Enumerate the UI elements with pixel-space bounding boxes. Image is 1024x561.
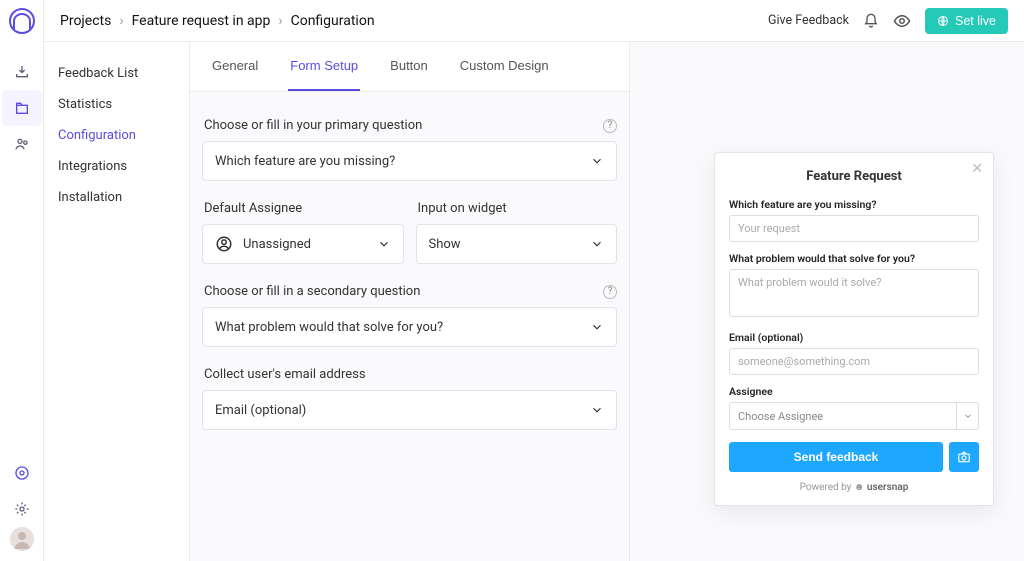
widget-assignee-select[interactable]: Choose Assignee: [729, 402, 979, 430]
breadcrumb-item: Configuration: [291, 13, 375, 29]
give-feedback-link[interactable]: Give Feedback: [768, 13, 849, 28]
nav-feedback-list[interactable]: Feedback List: [58, 58, 189, 89]
tab-custom-design[interactable]: Custom Design: [458, 42, 551, 91]
widget-email-label: Email (optional): [729, 331, 979, 344]
primary-question-label: Choose or fill in your primary question: [204, 118, 422, 133]
config-column: General Form Setup Button Custom Design …: [190, 42, 630, 561]
main: General Form Setup Button Custom Design …: [190, 42, 1024, 561]
help-icon[interactable]: ?: [603, 119, 617, 133]
widget-q1-input[interactable]: [729, 215, 979, 242]
secondary-question-value: What problem would that solve for you?: [215, 320, 443, 335]
primary-question-value: Which feature are you missing?: [215, 154, 395, 169]
input-widget-select[interactable]: Show: [416, 224, 618, 264]
inbox-icon[interactable]: [2, 54, 42, 90]
config-tabs: General Form Setup Button Custom Design: [190, 42, 629, 92]
bell-icon[interactable]: [863, 13, 879, 29]
widget-q1-label: Which feature are you missing?: [729, 198, 979, 211]
collect-email-value: Email (optional): [215, 403, 306, 418]
secondary-question-label: Choose or fill in a secondary question: [204, 284, 420, 299]
widget-assignee-placeholder: Choose Assignee: [738, 410, 823, 423]
collect-email-label: Collect user's email address: [204, 367, 366, 382]
chevron-down-icon: [590, 154, 604, 168]
widget-assignee-label: Assignee: [729, 385, 979, 398]
nav-statistics[interactable]: Statistics: [58, 89, 189, 120]
chevron-right-icon: ›: [278, 13, 282, 29]
chevron-down-icon: [956, 403, 978, 429]
input-widget-value: Show: [429, 237, 461, 252]
topbar: Projects › Feature request in app › Conf…: [44, 0, 1024, 42]
tab-general[interactable]: General: [210, 42, 260, 91]
assignee-value: Unassigned: [243, 237, 311, 252]
breadcrumb-item[interactable]: Projects: [60, 13, 111, 29]
powered-brand: usersnap: [867, 482, 908, 493]
primary-question-select[interactable]: Which feature are you missing?: [202, 141, 617, 181]
team-icon[interactable]: [2, 126, 42, 162]
powered-prefix: Powered by: [800, 482, 854, 493]
chevron-down-icon: [377, 237, 391, 251]
collect-email-select[interactable]: Email (optional): [202, 390, 617, 430]
chevron-right-icon: ›: [119, 13, 123, 29]
help-icon[interactable]: [2, 455, 42, 491]
nav-integrations[interactable]: Integrations: [58, 151, 189, 182]
set-live-button[interactable]: Set live: [925, 8, 1008, 34]
powered-by: Powered by ☻ usersnap: [729, 482, 979, 493]
chevron-down-icon: [590, 320, 604, 334]
close-icon[interactable]: ✕: [971, 161, 983, 177]
screenshot-button[interactable]: [949, 442, 979, 472]
widget-title: Feature Request: [729, 169, 979, 184]
logo-icon[interactable]: [9, 8, 35, 34]
user-icon: [215, 235, 233, 253]
tab-form-setup[interactable]: Form Setup: [288, 42, 360, 91]
avatar[interactable]: [10, 527, 34, 551]
nav-installation[interactable]: Installation: [58, 182, 189, 213]
icon-rail: [0, 0, 44, 561]
assignee-label: Default Assignee: [204, 201, 302, 216]
projects-icon[interactable]: [2, 90, 42, 126]
widget-email-input[interactable]: [729, 348, 979, 375]
project-nav: Feedback List Statistics Configuration I…: [44, 42, 190, 561]
chevron-down-icon: [590, 237, 604, 251]
secondary-question-select[interactable]: What problem would that solve for you?: [202, 307, 617, 347]
settings-icon[interactable]: [2, 491, 42, 527]
feedback-widget: ✕ Feature Request Which feature are you …: [714, 152, 994, 506]
set-live-label: Set live: [955, 14, 996, 28]
eye-icon[interactable]: [893, 12, 911, 30]
send-feedback-button[interactable]: Send feedback: [729, 442, 943, 472]
assignee-select[interactable]: Unassigned: [202, 224, 404, 264]
tab-button[interactable]: Button: [388, 42, 430, 91]
breadcrumb: Projects › Feature request in app › Conf…: [60, 13, 375, 29]
chevron-down-icon: [590, 403, 604, 417]
input-widget-label: Input on widget: [418, 201, 507, 216]
breadcrumb-item[interactable]: Feature request in app: [132, 13, 271, 29]
widget-q2-label: What problem would that solve for you?: [729, 252, 979, 265]
widget-q2-textarea[interactable]: [729, 269, 979, 317]
preview-column: ✕ Feature Request Which feature are you …: [630, 42, 1024, 561]
nav-configuration[interactable]: Configuration: [58, 120, 189, 151]
help-icon[interactable]: ?: [603, 285, 617, 299]
